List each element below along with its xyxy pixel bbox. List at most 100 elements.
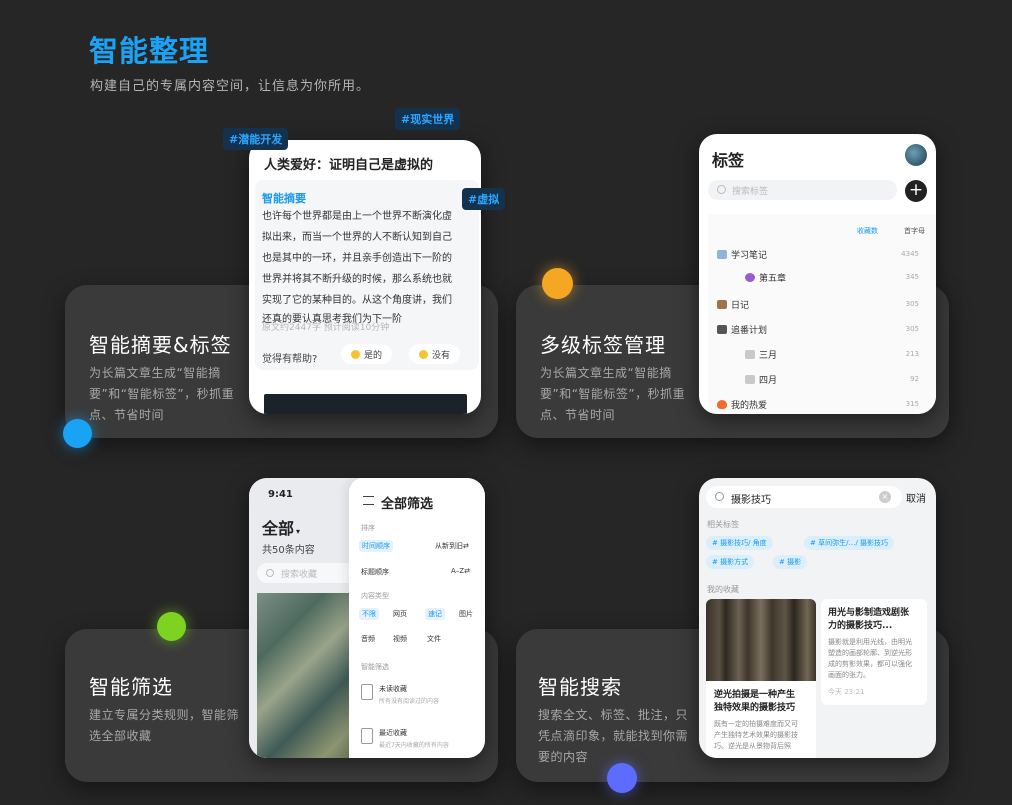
- floating-tag: #现实世界: [395, 108, 461, 130]
- search-icon: [717, 185, 726, 194]
- filter-panel-title: 全部筛选: [381, 497, 434, 512]
- sort-section-label: 排序: [361, 524, 375, 532]
- tag-row[interactable]: 第五章 345: [745, 271, 927, 284]
- tag-count: 345: [905, 273, 919, 281]
- summary-phone-mockup: 人类爱好：证明自己是虚拟的 智能摘要 也许每个世界都是由上一个世界不断演化虚 拟…: [249, 140, 481, 414]
- tag-chip[interactable]: # 摄影技巧/ 角度: [706, 536, 773, 550]
- feature-desc-line: 点、节省时间: [540, 408, 616, 422]
- decor-dot-purple: [607, 763, 637, 793]
- recent-icon: [361, 728, 373, 744]
- sort-by-letter[interactable]: 首字母: [904, 226, 925, 236]
- result-card[interactable]: 逆光拍摄是一种产生 独特效果的摄影技巧 既有一定的拍摄难度而又可 产生独特艺术效…: [706, 599, 816, 758]
- painting-thumbnail[interactable]: [257, 593, 357, 758]
- result-body-line: 产生独特艺术效果的摄影技: [714, 731, 798, 739]
- feature-desc-line: 凭点滴印象，就能找到你需: [538, 729, 689, 743]
- smart-section-label: 智能筛选: [361, 663, 389, 671]
- all-dropdown[interactable]: 全部 ▾: [262, 515, 300, 539]
- fire-icon: [717, 400, 727, 409]
- summary-line: 世界并将其不断升级的时候，那么系统也就: [262, 274, 452, 285]
- tv-icon: [717, 325, 727, 334]
- result-body-line: 成的剪影效果，都可以强化: [828, 660, 912, 668]
- no-button[interactable]: 没有: [409, 344, 461, 364]
- article-image: [264, 394, 467, 414]
- coffee-icon: [717, 300, 727, 309]
- type-option[interactable]: 不限: [359, 608, 379, 620]
- feature-desc-line: 为长篇文章生成“智能摘: [540, 366, 672, 380]
- decor-dot-orange: [542, 268, 573, 299]
- result-body-line: 画面的张力。: [828, 671, 870, 679]
- sort-title-value[interactable]: A–Z⇄: [451, 567, 470, 575]
- feature-title: 智能搜索: [538, 675, 622, 699]
- tag-row[interactable]: 追番计划 305: [717, 323, 927, 336]
- tag-row[interactable]: 我的热爱 315: [717, 398, 927, 411]
- tag-chip[interactable]: # 摄影: [773, 555, 808, 569]
- tag-row[interactable]: 四月 92: [745, 373, 927, 386]
- tag-row[interactable]: 三月 213: [745, 348, 927, 361]
- decor-dot-blue: [63, 419, 92, 448]
- type-option[interactable]: 网页: [393, 609, 407, 619]
- tag-chip[interactable]: # 草间弥生/…/ 摄影技巧: [804, 536, 895, 550]
- feature-desc-line: 要”和“智能标签”，秒抓重: [89, 387, 235, 401]
- floating-tag: #虚拟: [462, 188, 506, 210]
- tag-search-input[interactable]: 搜索标签: [708, 180, 897, 200]
- feature-title: 多级标签管理: [540, 333, 666, 357]
- sort-time-value[interactable]: 从新到旧⇄: [435, 541, 469, 551]
- tags-heading: 标签: [712, 151, 745, 170]
- summary-line: 也是其中的一环，并且亲手创造出下一阶的: [262, 253, 452, 264]
- book-icon: [717, 250, 727, 259]
- smart-item-sub: 最近7天内收藏的所有内容: [379, 742, 449, 749]
- type-section-label: 内容类型: [361, 592, 389, 600]
- filter-icon: [363, 496, 374, 505]
- result-title-line: 用光与影制造戏剧张: [828, 608, 910, 618]
- article-title: 人类爱好：证明自己是虚拟的: [264, 158, 434, 173]
- tag-count: 4345: [901, 250, 919, 258]
- tag-count: 213: [905, 350, 919, 358]
- yes-button[interactable]: 是的: [341, 344, 393, 364]
- search-icon: [266, 569, 274, 577]
- heart-icon: [745, 273, 755, 282]
- tag-count: 92: [910, 375, 919, 383]
- helpful-question: 觉得有帮助?: [262, 354, 318, 365]
- calendar-icon: [745, 375, 755, 384]
- tag-row[interactable]: 学习笔记 4345: [717, 248, 927, 261]
- tags-phone-mockup: 标签 搜索标签 + 收藏数 首字母 学习笔记 4345 第五章 345 日记 3…: [699, 134, 936, 414]
- calendar-icon: [745, 350, 755, 359]
- sort-title-option[interactable]: 标题顺序: [361, 567, 389, 577]
- sort-time-option[interactable]: 时间顺序: [359, 540, 393, 552]
- type-option[interactable]: 文件: [427, 634, 441, 644]
- feature-desc-line: 建立专属分类规则，智能筛: [89, 708, 240, 722]
- all-label: 全部: [262, 519, 295, 538]
- feature-desc-line: 选全部收藏: [89, 729, 152, 743]
- forest-photo: [706, 599, 816, 681]
- smart-item-sub: 所有没有阅读过的内容: [379, 698, 440, 705]
- avatar[interactable]: [905, 144, 927, 166]
- tag-chip[interactable]: # 摄影方式: [706, 555, 755, 569]
- tag-count: 315: [905, 400, 919, 408]
- sort-by-count[interactable]: 收藏数: [857, 226, 878, 236]
- tag-label: 学习笔记: [731, 251, 768, 261]
- type-option[interactable]: 速记: [425, 608, 445, 620]
- result-body-line: 塑造的画部轮廓、到逆光形: [828, 649, 912, 657]
- search-input[interactable]: 摄影技巧: [706, 486, 902, 508]
- search-phone-mockup: 摄影技巧 × 取消 相关标签 # 摄影技巧/ 角度 # 草间弥生/…/ 摄影技巧…: [699, 478, 936, 758]
- clear-icon[interactable]: ×: [879, 491, 891, 503]
- result-body: 既有一定的拍摄难度而又可 产生独特艺术效果的摄影技 巧。逆光是从景物背后照: [714, 719, 810, 752]
- cancel-button[interactable]: 取消: [906, 490, 926, 505]
- related-tags-label: 相关标签: [707, 520, 739, 529]
- search-icon: [715, 492, 724, 501]
- add-tag-button[interactable]: +: [905, 180, 927, 202]
- tag-label: 四月: [759, 376, 778, 386]
- floating-tag: #潜能开发: [223, 128, 289, 150]
- result-body-line: 巧。逆光是从景物背后照: [714, 742, 791, 750]
- smart-item-title[interactable]: 未读收藏: [379, 684, 407, 694]
- result-card[interactable]: 用光与影制造戏剧张 力的摄影技巧... 摄影就是利用光线，由明光 塑造的画部轮廓…: [821, 599, 927, 705]
- type-option[interactable]: 视频: [393, 634, 407, 644]
- type-option[interactable]: 图片: [459, 609, 473, 619]
- tag-label: 我的热爱: [731, 401, 768, 411]
- type-option[interactable]: 音频: [361, 634, 375, 644]
- yes-label: 是的: [364, 351, 383, 361]
- smart-item-title[interactable]: 最近收藏: [379, 728, 407, 738]
- tag-row[interactable]: 日记 305: [717, 298, 927, 311]
- summary-line: 还真的要认真思考我们为下一阶: [262, 314, 402, 325]
- page-subtitle: 构建自己的专属内容空间，让信息为你所用。: [90, 79, 371, 94]
